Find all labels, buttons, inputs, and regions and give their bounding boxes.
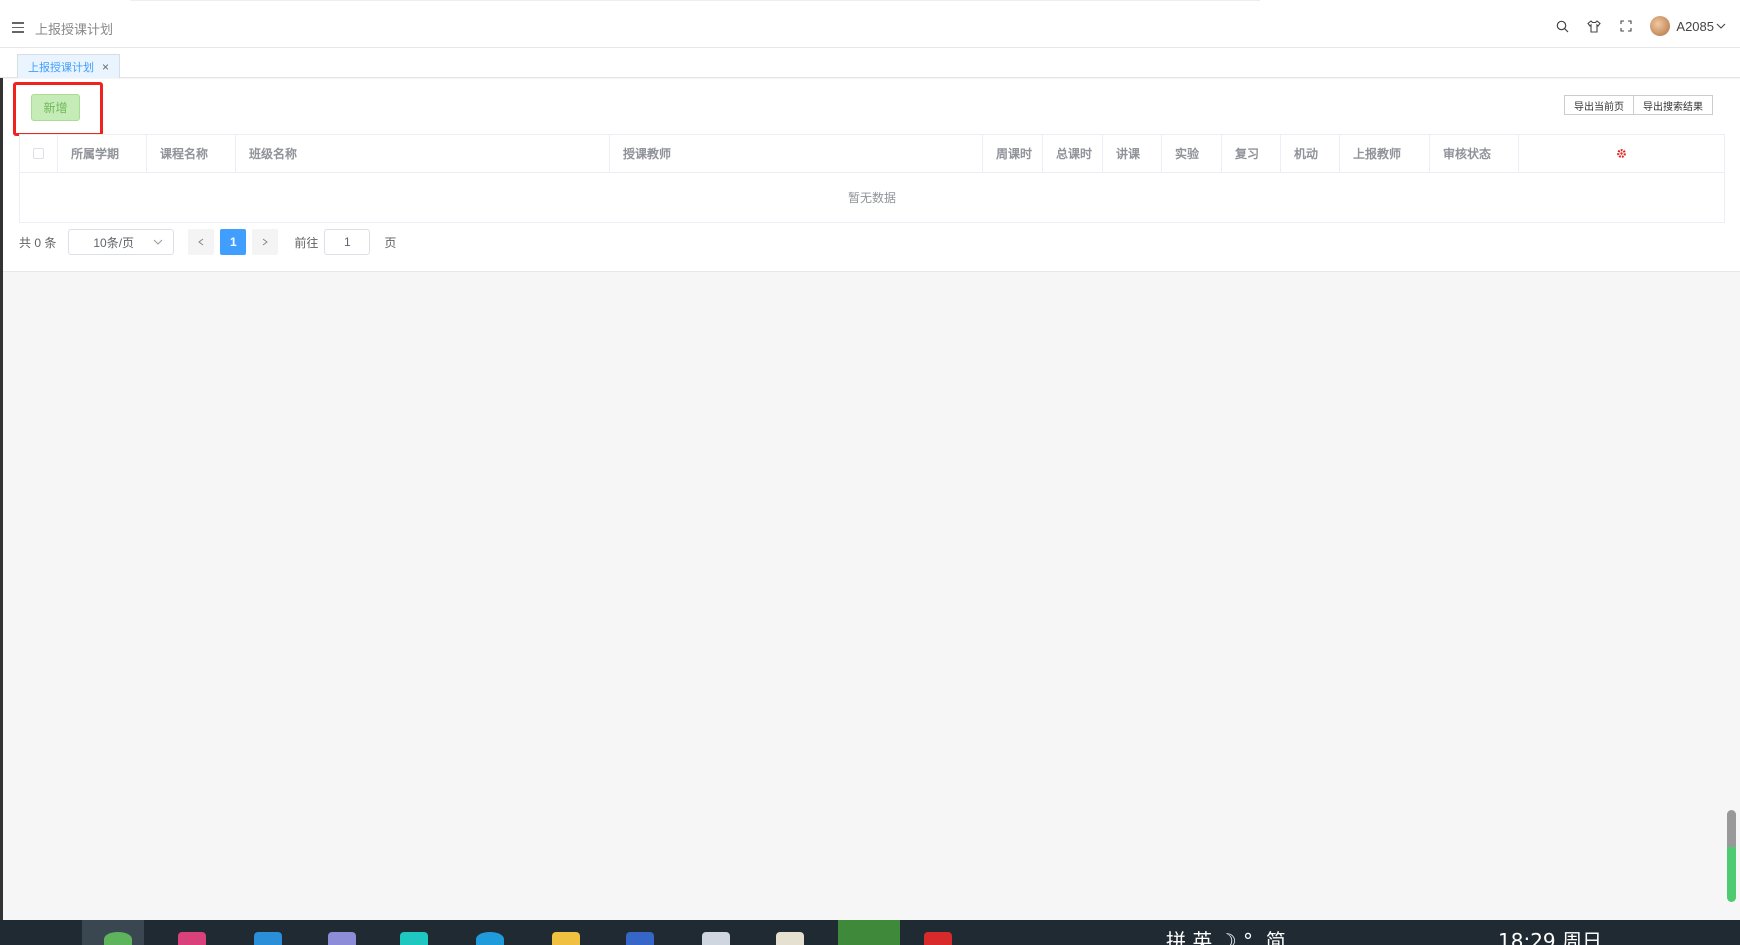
tab-label: 上报授课计划 [28, 61, 94, 74]
chevron-left-icon [198, 238, 204, 246]
os-taskbar: 拼 英 ☽ °, 简 18:29 周日 [0, 920, 1740, 945]
app-icon[interactable] [104, 932, 132, 945]
avatar [1650, 16, 1671, 36]
pagination: 共 0 条 10条/页 1 前往 页 [19, 229, 396, 255]
page-scrollbar[interactable] [1727, 810, 1736, 902]
wechat-app[interactable] [838, 920, 900, 945]
ime-indicator[interactable]: 拼 英 ☽ °, 简 [1166, 925, 1286, 945]
edge-browser-icon[interactable] [476, 932, 504, 945]
hamburger-menu-icon[interactable] [12, 22, 24, 33]
main-panel: 新增 导出当前页 导出搜索结果 所属学期 课程名称 班级名称 授课教师 周课时 … [3, 79, 1740, 272]
export-buttons: 导出当前页 导出搜索结果 [1564, 95, 1713, 115]
user-menu[interactable]: A2085 [1650, 16, 1726, 36]
goto-page-input[interactable] [324, 229, 371, 255]
column-header[interactable]: 讲课 [1103, 135, 1162, 172]
empty-state: 暂无数据 [847, 191, 896, 205]
goto-label: 前往 [294, 235, 319, 250]
header-tools: A2085 [1554, 16, 1726, 36]
export-search-results-button[interactable]: 导出搜索结果 [1634, 95, 1713, 115]
next-page-button[interactable] [252, 229, 279, 255]
column-settings-cell [1519, 135, 1724, 172]
total-count: 共 0 条 [19, 235, 57, 250]
folder-icon[interactable] [552, 932, 580, 945]
close-icon[interactable]: × [102, 60, 109, 74]
app-icon[interactable] [400, 932, 428, 945]
chevron-down-icon [1716, 23, 1726, 29]
column-header[interactable]: 审核状态 [1430, 135, 1519, 172]
data-table: 所属学期 课程名称 班级名称 授课教师 周课时 总课时 讲课 实验 复习 机动 … [19, 134, 1725, 223]
column-header[interactable]: 课程名称 [147, 135, 236, 172]
page-number-active[interactable]: 1 [220, 229, 247, 255]
page-size-value: 10条/页 [93, 235, 135, 250]
prev-page-button[interactable] [188, 229, 215, 255]
theme-shirt-icon[interactable] [1586, 18, 1602, 34]
tab-bar: 上报授课计划 × [0, 48, 1740, 78]
column-header[interactable]: 总课时 [1043, 135, 1103, 172]
column-header[interactable]: 周课时 [983, 135, 1043, 172]
tab-report-plan[interactable]: 上报授课计划 × [17, 54, 121, 78]
column-header[interactable]: 复习 [1222, 135, 1281, 172]
breadcrumb: 上报授课计划 [35, 22, 114, 37]
fullscreen-icon[interactable] [1618, 18, 1634, 34]
settings-gear-icon[interactable] [1616, 148, 1627, 159]
export-current-page-button[interactable]: 导出当前页 [1564, 95, 1634, 115]
app-icon[interactable] [626, 932, 654, 945]
column-header[interactable]: 所属学期 [58, 135, 147, 172]
highlight-annotation [13, 82, 103, 136]
page-size-select[interactable]: 10条/页 [68, 229, 175, 255]
goto-page: 前往 页 [294, 229, 396, 255]
column-header[interactable]: 上报教师 [1340, 135, 1430, 172]
app-icon[interactable] [924, 932, 952, 945]
search-icon[interactable] [1554, 18, 1570, 34]
top-header: 上报授课计划 A2085 [0, 0, 1740, 48]
select-all-cell [20, 135, 58, 172]
page-suffix: 页 [384, 235, 397, 250]
column-header[interactable]: 实验 [1162, 135, 1222, 172]
column-header[interactable]: 机动 [1281, 135, 1340, 172]
app-icon[interactable] [328, 932, 356, 945]
webstorm-app-icon[interactable] [254, 932, 282, 945]
column-header[interactable]: 授课教师 [610, 135, 983, 172]
chevron-down-icon [153, 239, 163, 245]
system-clock[interactable]: 18:29 周日 [1498, 925, 1602, 945]
column-header[interactable]: 班级名称 [236, 135, 610, 172]
table-header: 所属学期 课程名称 班级名称 授课教师 周课时 总课时 讲课 实验 复习 机动 … [20, 135, 1724, 173]
select-all-checkbox[interactable] [33, 148, 44, 159]
chevron-right-icon [263, 238, 269, 246]
notepad-icon[interactable] [776, 932, 804, 945]
app-icon[interactable] [702, 932, 730, 945]
username: A2085 [1676, 18, 1714, 34]
ide-app-icon[interactable] [178, 932, 206, 945]
